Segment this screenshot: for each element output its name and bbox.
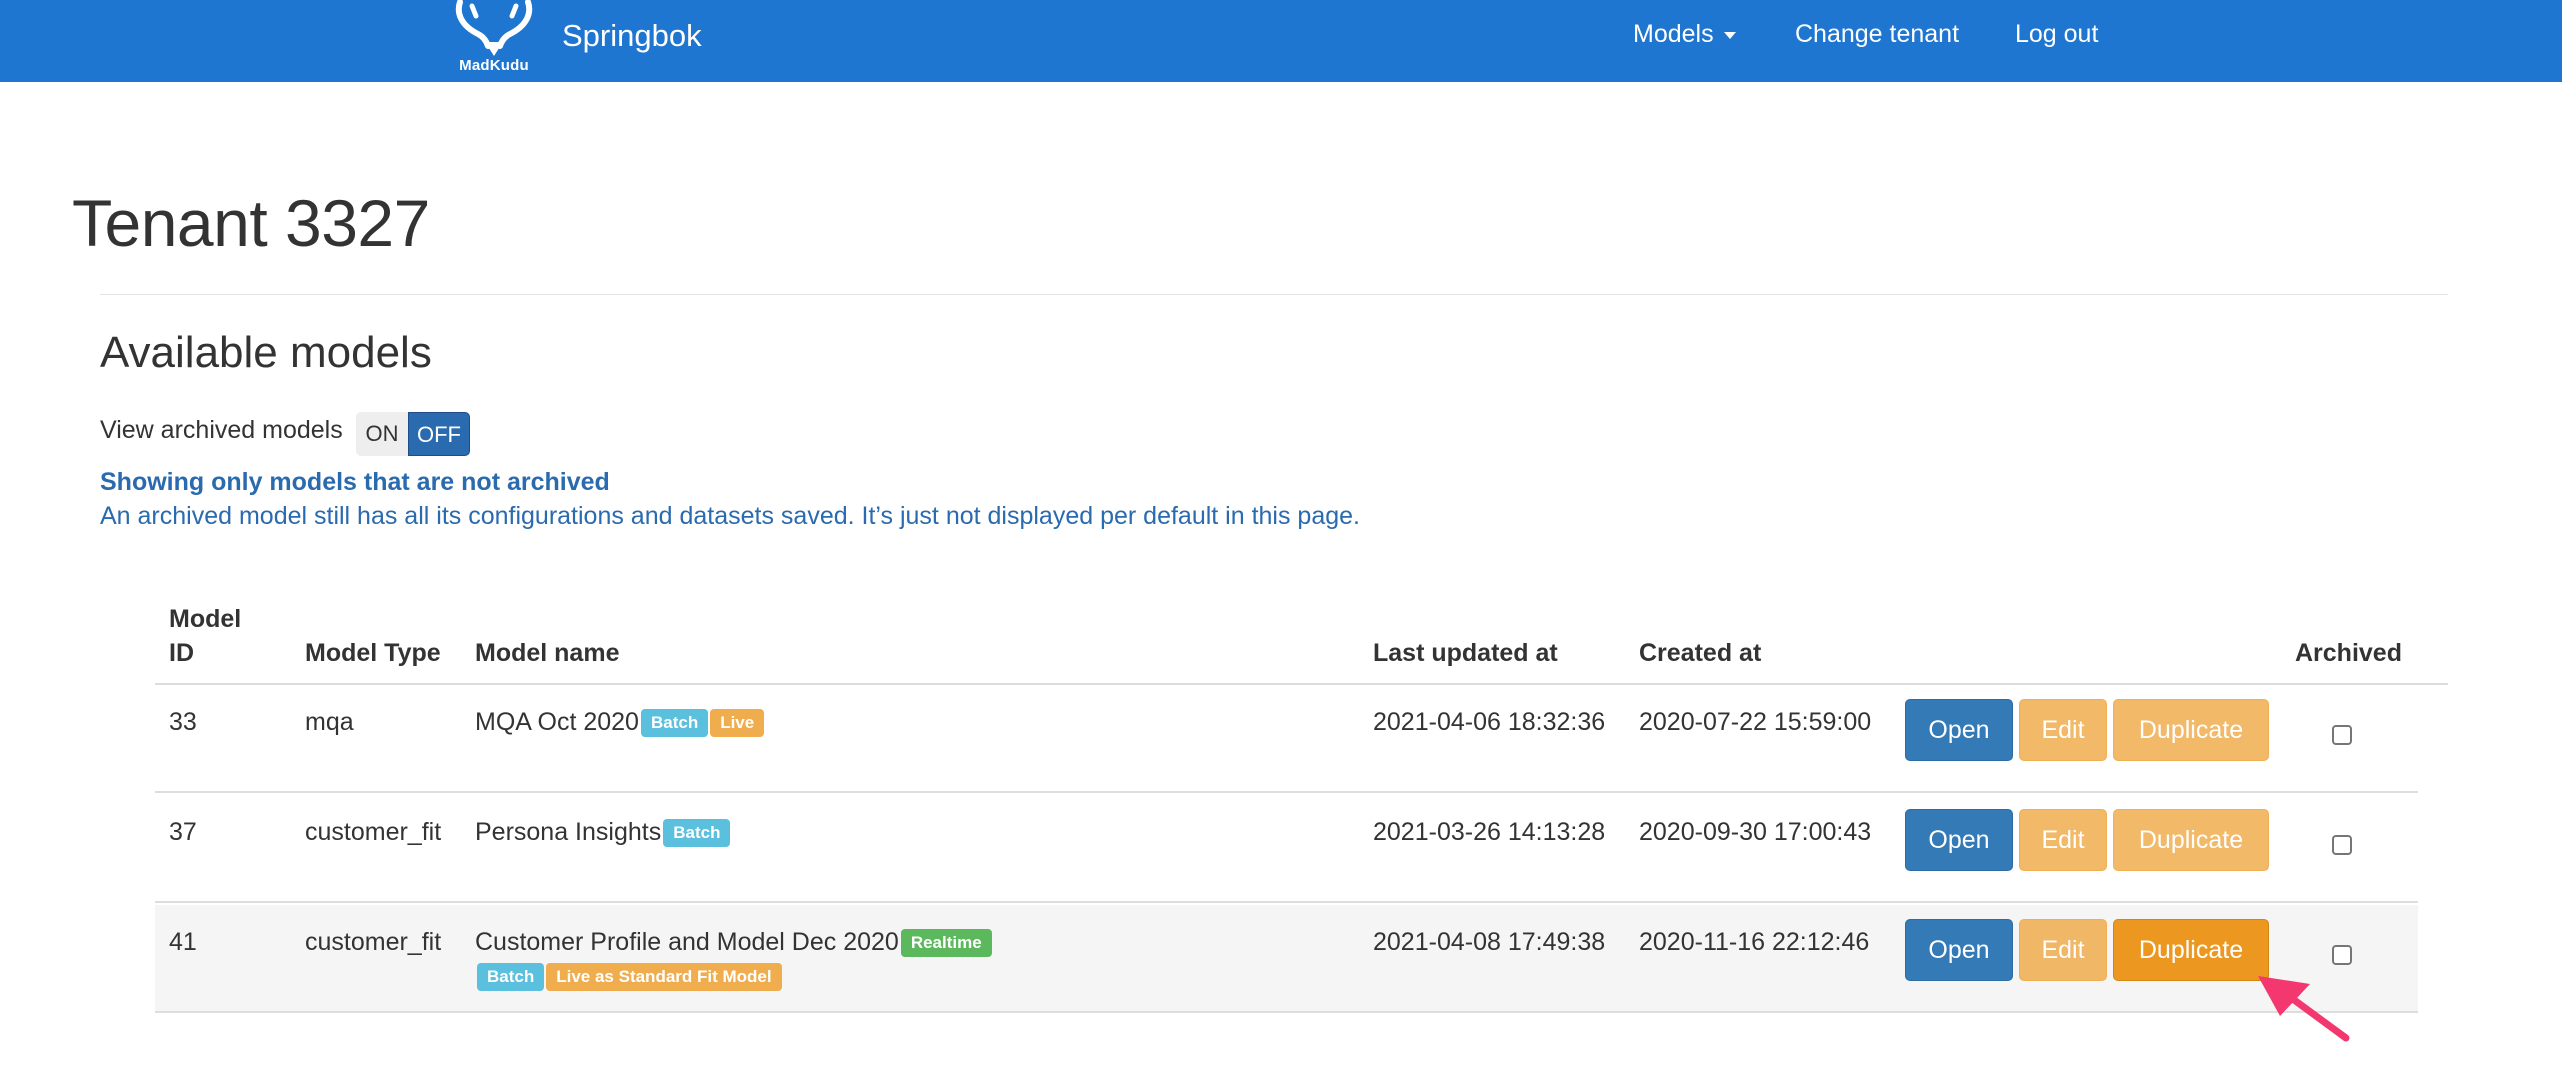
last-updated: 2021-04-06 18:32:36: [1373, 708, 1606, 736]
pointer-arrow-icon: [2258, 976, 2350, 1042]
model-name: Customer Profile and Model Dec 2020 Realt…: [475, 925, 995, 993]
toggle-on-button[interactable]: ON: [356, 412, 408, 456]
model-name: MQA Oct 2020 Batch Live: [475, 705, 975, 739]
edit-button[interactable]: Edit: [2019, 699, 2107, 761]
label-realtime: Realtime: [900, 929, 992, 957]
last-updated: 2021-04-08 17:49:38: [1373, 928, 1606, 956]
edit-button[interactable]: Edit: [2019, 919, 2107, 981]
madkudu-logo[interactable]: MadKudu: [444, 0, 544, 82]
logo-text: MadKudu: [459, 57, 529, 74]
created-at: 2020-07-22 15:59:00: [1639, 708, 1872, 736]
open-button[interactable]: Open: [1905, 809, 2013, 871]
edit-button[interactable]: Edit: [2019, 809, 2107, 871]
header-model-id-line1: Model: [169, 605, 242, 633]
models-menu-label: Models: [1633, 20, 1714, 48]
table-row: 37 customer_fit Persona Insights Batch 20…: [155, 795, 2418, 903]
springbok-horns-icon: [455, 0, 533, 56]
caret-down-icon: [1723, 31, 1736, 39]
duplicate-button[interactable]: Duplicate: [2113, 699, 2269, 761]
header-divider: [100, 294, 2448, 295]
header-model-name: Model name: [475, 639, 620, 667]
label-live: Live: [710, 709, 765, 737]
model-id: 41: [169, 928, 197, 956]
header-last-updated: Last updated at: [1373, 639, 1558, 667]
archived-checkbox[interactable]: [2332, 835, 2352, 855]
archive-filter-notice: Showing only models that are not archive…: [100, 468, 610, 496]
toggle-off-button[interactable]: OFF: [408, 412, 470, 456]
duplicate-button[interactable]: Duplicate: [2113, 919, 2269, 981]
archived-checkbox[interactable]: [2332, 945, 2352, 965]
model-name-text: Persona Insights: [475, 818, 662, 846]
label-live-standard-fit: Live as Standard Fit Model: [546, 963, 782, 991]
table-row: 41 customer_fit Customer Profile and Mod…: [155, 905, 2418, 1013]
top-navbar: MadKudu Springbok Models Change tenant L…: [0, 0, 2562, 82]
view-archived-label: View archived models: [100, 416, 343, 444]
model-type: mqa: [305, 708, 354, 736]
label-batch: Batch: [477, 963, 545, 991]
archive-explanation: An archived model still has all its conf…: [100, 502, 1360, 530]
model-type: customer_fit: [305, 928, 442, 956]
header-model-id: Model ID: [169, 602, 241, 670]
model-id: 37: [169, 818, 197, 846]
log-out-link[interactable]: Log out: [2015, 20, 2098, 49]
model-name-text: MQA Oct 2020: [475, 708, 639, 736]
header-model-id-line2: ID: [169, 639, 194, 667]
archived-checkbox[interactable]: [2332, 725, 2352, 745]
created-at: 2020-09-30 17:00:43: [1639, 818, 1872, 846]
page-title: Tenant 3327: [72, 186, 430, 260]
open-button[interactable]: Open: [1905, 919, 2013, 981]
header-archived: Archived: [2295, 639, 2402, 667]
model-type: customer_fit: [305, 818, 442, 846]
section-title: Available models: [100, 328, 432, 377]
created-at: 2020-11-16 22:12:46: [1639, 928, 1870, 956]
label-batch: Batch: [663, 819, 731, 847]
last-updated: 2021-03-26 14:13:28: [1373, 818, 1606, 846]
change-tenant-link[interactable]: Change tenant: [1795, 20, 1959, 49]
header-model-type: Model Type: [305, 639, 441, 667]
table-row: 33 mqa MQA Oct 2020 Batch Live 2021-04-06 …: [155, 685, 2418, 793]
model-name: Persona Insights Batch: [475, 815, 975, 849]
header-created: Created at: [1639, 639, 1762, 667]
model-name-text: Customer Profile and Model Dec 2020: [475, 928, 899, 956]
model-id: 33: [169, 708, 197, 736]
label-batch: Batch: [640, 709, 709, 737]
models-menu[interactable]: Models: [1633, 20, 1736, 49]
brand-name[interactable]: Springbok: [562, 18, 702, 54]
duplicate-button[interactable]: Duplicate: [2113, 809, 2269, 871]
open-button[interactable]: Open: [1905, 699, 2013, 761]
